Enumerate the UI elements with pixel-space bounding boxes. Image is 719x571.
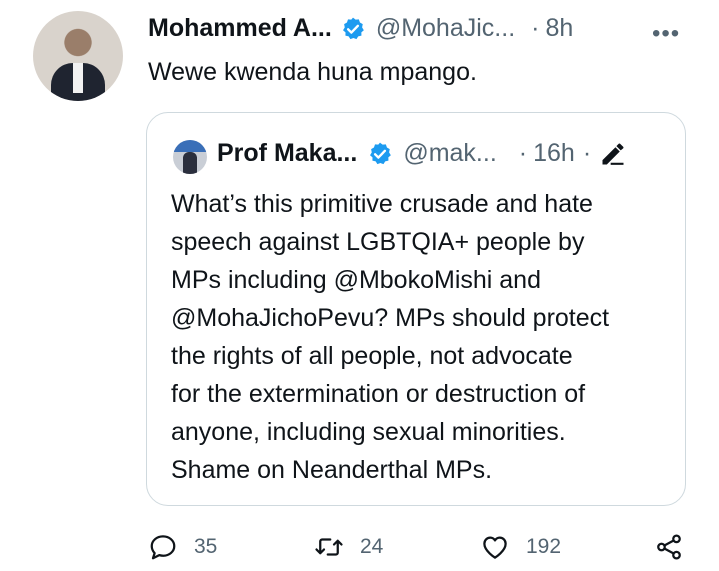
author-avatar[interactable] [33, 11, 123, 101]
quoted-tweet-text: What’s this primitive crusade and hate s… [171, 185, 671, 489]
quoted-text-line: speech against LGBTQIA+ people by [171, 228, 585, 256]
reply-icon [150, 535, 176, 560]
action-bar: 35 24 192 [0, 532, 719, 568]
share-icon [657, 534, 681, 560]
like-button[interactable]: 192 [480, 532, 561, 562]
separator-dot: · [531, 14, 540, 42]
separator-dot: · [582, 139, 592, 167]
tweet-time[interactable]: 8h [545, 14, 573, 43]
quoted-author-name[interactable]: Prof Maka... [217, 139, 357, 168]
quoted-text-line: What’s this primitive crusade and hate [171, 190, 593, 218]
reply-button[interactable]: 35 [148, 532, 217, 562]
heart-icon [483, 536, 507, 559]
retweet-icon [315, 538, 343, 556]
quoted-author-avatar[interactable] [173, 140, 207, 174]
share-button[interactable] [654, 532, 684, 562]
quoted-text-line: the rights of all people, not advocate [171, 342, 573, 370]
quoted-text-line: Shame on Neanderthal MPs. [171, 456, 493, 484]
quoted-text-line: MPs including @MbokoMishi and [171, 266, 541, 294]
more-options-icon[interactable]: ••• [652, 20, 680, 48]
separator-dot: · [518, 139, 528, 167]
author-name[interactable]: Mohammed A... [148, 14, 332, 43]
avatar-shirt [73, 63, 83, 93]
tweet-text: Wewe kwenda huna mpango. [148, 58, 477, 86]
retweet-button[interactable]: 24 [314, 532, 383, 562]
avatar-background [173, 140, 207, 152]
avatar-person [183, 152, 197, 174]
edited-pencil-icon[interactable] [599, 140, 627, 168]
tweet-header: Mohammed A... @MohaJic... · 8h [148, 14, 573, 43]
reply-count: 35 [194, 535, 218, 558]
verified-badge-icon [370, 142, 392, 164]
quoted-author-handle[interactable]: @mak... [403, 139, 496, 168]
quoted-text-line: for the extermination or destruction of [171, 380, 586, 408]
quoted-text-line: @MohaJichoPevu? MPs should protect [171, 304, 610, 332]
quoted-tweet-card[interactable]: Prof Maka... @mak... · 16h · What’s this… [146, 112, 686, 506]
author-handle[interactable]: @MohaJic... [376, 14, 515, 43]
quoted-tweet-header: Prof Maka... @mak... · 16h · [217, 139, 627, 168]
quoted-tweet-time[interactable]: 16h [533, 139, 575, 168]
quoted-text-line: anyone, including sexual minorities. [171, 418, 566, 446]
retweet-count: 24 [360, 535, 384, 558]
like-count: 192 [526, 535, 562, 558]
verified-badge-icon [342, 17, 364, 39]
